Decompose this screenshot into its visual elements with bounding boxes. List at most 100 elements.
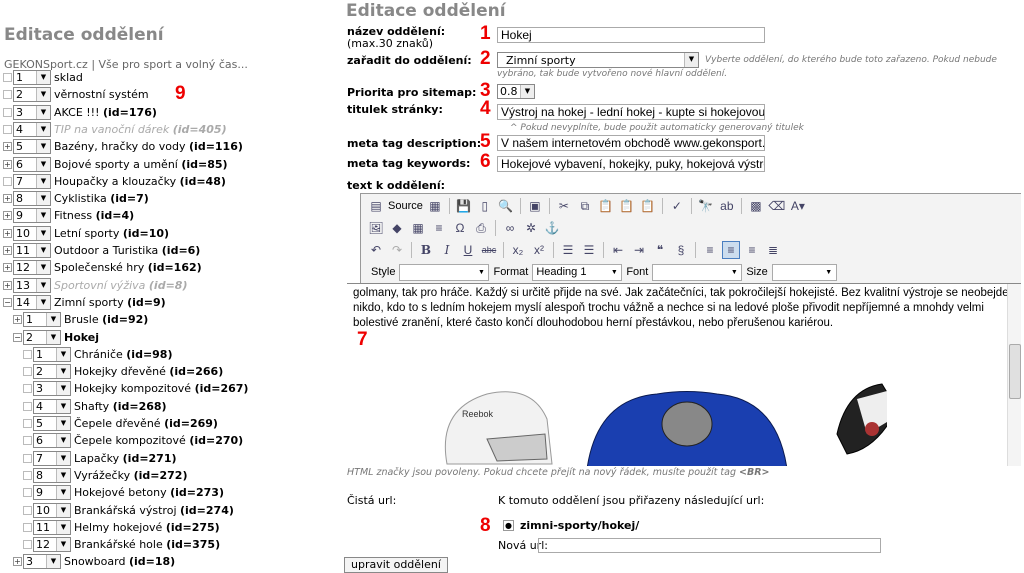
tree-item-link[interactable]: Hokejové betony (id=273) [74, 486, 224, 499]
order-select[interactable]: 2 ▼ [33, 364, 71, 380]
expand-icon[interactable]: + [13, 315, 22, 325]
preview-icon[interactable]: 🔍 [497, 197, 515, 215]
order-select[interactable]: 8 ▼ [33, 467, 71, 483]
tree-item-link[interactable]: Houpačky a klouzačky (id=48) [54, 175, 226, 188]
source-icon[interactable]: ▤ [367, 197, 385, 215]
bullet-list-icon[interactable]: ☰ [580, 241, 598, 259]
order-select[interactable]: 14 ▼ [13, 294, 51, 310]
flash-icon[interactable]: ◆ [388, 219, 406, 237]
order-select[interactable]: 6 ▼ [33, 433, 71, 449]
replace-icon[interactable]: ab [718, 197, 736, 215]
tree-item-link[interactable]: Sportovní výživa (id=8) [54, 279, 187, 292]
tree-item-link[interactable]: sklad [54, 71, 83, 84]
order-select[interactable]: 3 ▼ [33, 381, 71, 397]
order-select[interactable]: 5 ▼ [33, 416, 71, 431]
order-select[interactable]: 3 ▼ [13, 104, 51, 120]
expand-icon[interactable]: + [13, 557, 22, 567]
templates-doc-icon[interactable]: ▣ [526, 197, 544, 215]
align-center-icon[interactable]: ≡ [722, 241, 740, 259]
tree-item-link[interactable]: Zimní sporty (id=9) [54, 296, 166, 309]
indent-icon[interactable]: ⇥ [630, 241, 648, 259]
order-select[interactable]: 10 ▼ [33, 502, 71, 518]
order-select[interactable]: 12 ▼ [33, 537, 71, 553]
order-select[interactable]: 3 ▼ [23, 554, 61, 570]
outdent-icon[interactable]: ⇤ [609, 241, 627, 259]
tree-item-link[interactable]: Chrániče (id=98) [74, 348, 173, 361]
page-title-input[interactable]: Výstroj na hokej - lední hokej - kupte s… [497, 104, 765, 120]
table-icon[interactable]: ▦ [409, 219, 427, 237]
copy-icon[interactable]: ⧉ [576, 197, 594, 215]
order-select[interactable]: 8 ▼ [13, 191, 51, 207]
find-icon[interactable]: 🔭 [697, 197, 715, 215]
tree-item-link[interactable]: Společenské hry (id=162) [54, 261, 202, 274]
order-select[interactable]: 1 ▼ [23, 312, 61, 328]
scrollbar-thumb[interactable] [1009, 344, 1021, 399]
justify-icon[interactable]: ≣ [764, 241, 782, 259]
expand-icon[interactable]: + [3, 142, 12, 152]
tree-item-link[interactable]: Hokejky dřevěné (id=266) [74, 365, 223, 378]
tree-item-link[interactable]: Bojové sporty a umění (id=85) [54, 158, 228, 171]
bold-icon[interactable]: B [417, 241, 435, 259]
font-select[interactable]: ▼ [652, 263, 743, 281]
keywords-input[interactable]: Hokejové vybavení, hokejky, puky, hokejo… [497, 156, 765, 172]
order-select[interactable]: 2 ▼ [13, 87, 51, 103]
italic-icon[interactable]: I [438, 241, 456, 259]
order-select[interactable]: 9 ▼ [33, 485, 71, 501]
templates-icon[interactable]: ▦ [426, 197, 444, 215]
tree-item-link[interactable]: Hokej [64, 331, 99, 344]
tree-item-link[interactable]: Brankářské hole (id=375) [74, 538, 220, 551]
tree-item-link[interactable]: Čepele dřevěné (id=269) [74, 417, 218, 430]
order-select[interactable]: 2 ▼ [23, 329, 61, 345]
strike-icon[interactable]: abc [480, 241, 498, 259]
save-icon[interactable]: 💾 [455, 197, 473, 215]
tree-item-link[interactable]: Shafty (id=268) [74, 400, 167, 413]
editor-content[interactable]: golmany, tak pro hráče. Každý si určitě … [347, 283, 1021, 466]
tree-item-link[interactable]: Čepele kompozitové (id=270) [74, 434, 243, 447]
select-all-icon[interactable]: ▩ [747, 197, 765, 215]
order-select[interactable]: 10 ▼ [13, 225, 51, 241]
source-button[interactable]: Source [388, 200, 423, 212]
tree-item-link[interactable]: Vyrážečky (id=272) [74, 469, 187, 482]
tree-item-link[interactable]: Cyklistika (id=7) [54, 192, 149, 205]
expand-icon[interactable]: + [3, 211, 12, 221]
tree-item-link[interactable]: Hokejky kompozitové (id=267) [74, 382, 248, 395]
expand-icon[interactable]: + [3, 228, 12, 238]
special-char-icon[interactable]: Ω [451, 219, 469, 237]
page-break-icon[interactable]: ⎙ [472, 219, 490, 237]
priority-select[interactable]: 0.8 ▼ [497, 84, 535, 99]
paste-icon[interactable]: 📋 [597, 197, 615, 215]
new-url-input[interactable] [538, 538, 881, 553]
paste-text-icon[interactable]: 📋 [618, 197, 636, 215]
order-select[interactable]: 13 ▼ [13, 277, 51, 293]
remove-format-icon[interactable]: ⌫ [768, 197, 786, 215]
tree-item-link[interactable]: Letní sporty (id=10) [54, 227, 169, 240]
superscript-icon[interactable]: x² [530, 241, 548, 259]
tree-item-link[interactable]: Bazény, hračky do vody (id=116) [54, 140, 243, 153]
order-select[interactable]: 11 ▼ [13, 243, 51, 258]
order-select[interactable]: 12 ▼ [13, 260, 51, 276]
tree-item-link[interactable]: Fitness (id=4) [54, 209, 134, 222]
order-select[interactable]: 1 ▼ [33, 346, 71, 362]
order-select[interactable]: 9 ▼ [13, 208, 51, 224]
underline-icon[interactable]: U [459, 241, 477, 259]
expand-icon[interactable]: + [3, 159, 12, 169]
editor-scrollbar[interactable] [1007, 284, 1021, 466]
horizontal-rule-icon[interactable]: ≡ [430, 219, 448, 237]
align-left-icon[interactable]: ≡ [701, 241, 719, 259]
ordered-list-icon[interactable]: ☰ [559, 241, 577, 259]
blockquote-icon[interactable]: ❝ [651, 241, 669, 259]
name-input[interactable]: Hokej [497, 27, 765, 43]
image-icon[interactable]: 🖼 [367, 219, 385, 237]
order-select[interactable]: 5 ▼ [13, 139, 51, 155]
submit-button[interactable]: upravit oddělení [344, 557, 448, 573]
anchor-icon[interactable]: ⚓ [543, 219, 561, 237]
undo-icon[interactable]: ↶ [367, 241, 385, 259]
style-select[interactable]: ▼ [399, 263, 490, 281]
cut-icon[interactable]: ✂ [555, 197, 573, 215]
tree-item-link[interactable]: AKCE !!! (id=176) [54, 106, 157, 119]
paste-word-icon[interactable]: 📋 [639, 197, 657, 215]
div-icon[interactable]: § [672, 241, 690, 259]
tree-item-link[interactable]: Lapačky (id=271) [74, 452, 177, 465]
text-color-icon[interactable]: A▾ [789, 197, 807, 215]
collapse-icon[interactable]: − [13, 332, 22, 342]
